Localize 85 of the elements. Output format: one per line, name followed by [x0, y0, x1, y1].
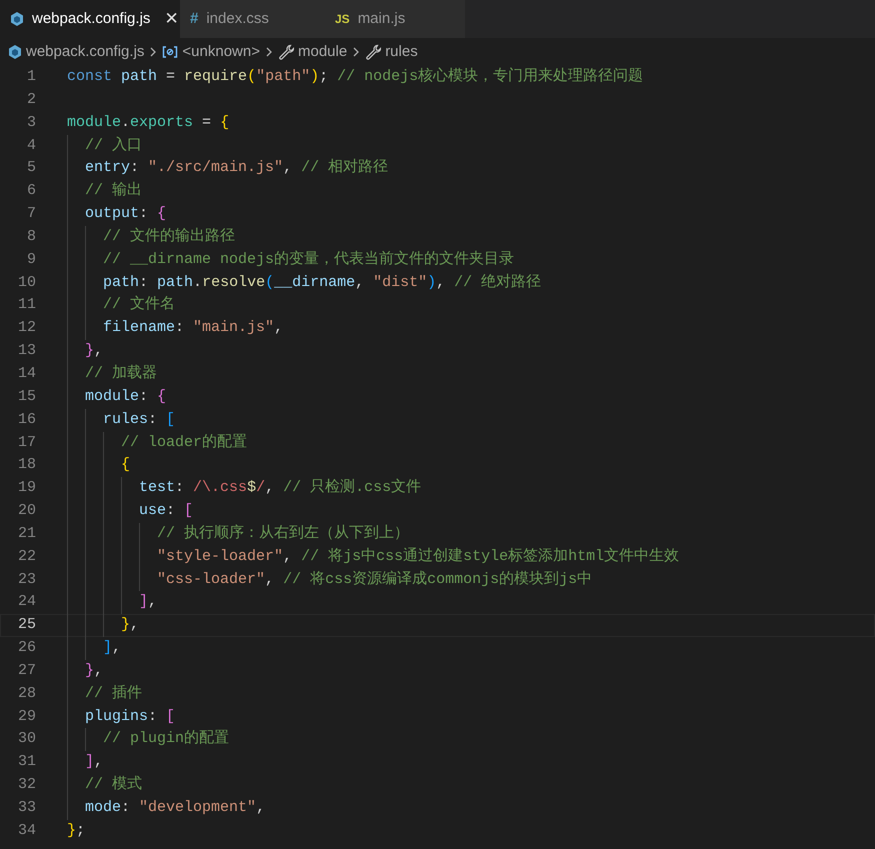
close-icon[interactable]: ✕: [164, 6, 178, 32]
line-number: 22: [16, 546, 37, 567]
code-line: // 输出: [67, 180, 142, 204]
line-number: 11: [16, 295, 37, 316]
code-line: mode: "development",: [67, 797, 266, 820]
code-line: // 入口: [67, 134, 142, 158]
code-line: rules: [: [67, 408, 176, 432]
code-line: module.exports = {: [67, 112, 230, 133]
line-number: 7: [26, 204, 37, 224]
breadcrumb-item[interactable]: webpack.config.js: [26, 40, 144, 64]
code-line: plugins: [: [67, 706, 176, 728]
line-number: 4: [26, 136, 37, 156]
line-number: 17: [16, 432, 37, 452]
cube-icon: [8, 44, 22, 60]
breadcrumb-item[interactable]: rules: [385, 40, 418, 64]
line-number: 10: [16, 272, 37, 293]
line-number: 15: [16, 386, 37, 407]
line-number: 5: [26, 158, 37, 178]
code-line: // 执行顺序：从右到左（从下到上）: [67, 522, 410, 546]
line-number: 33: [16, 798, 37, 818]
code-line: // 文件的输出路径: [67, 226, 236, 249]
code-line: filename: "main.js",: [67, 317, 284, 340]
line-number: 25: [16, 615, 37, 636]
line-number: 8: [26, 226, 37, 247]
chevron-icon: [149, 46, 158, 58]
chevron-icon: [352, 46, 360, 58]
line-number: 24: [16, 592, 37, 612]
line-number: 34: [16, 820, 37, 841]
code-line: // plugin的配置: [67, 728, 230, 752]
code-line: },: [67, 340, 104, 363]
wrench-icon: [278, 44, 294, 60]
wrench-icon: [365, 44, 382, 60]
code-line: };: [67, 820, 86, 841]
code-line: {: [67, 454, 130, 478]
code-line: // 文件名: [67, 294, 176, 318]
css-file-icon: #: [190, 8, 198, 30]
line-number: 1: [26, 67, 37, 87]
line-number: 32: [16, 775, 37, 796]
js-file-icon: JS: [335, 10, 350, 28]
variable-icon: [162, 45, 178, 59]
line-number: 27: [16, 660, 37, 681]
line-number: 18: [16, 455, 37, 476]
chevron-icon: [264, 46, 273, 58]
line-number: 3: [26, 112, 37, 133]
line-number: 6: [26, 181, 37, 202]
code-line: test: /\.css$/, // 只检测.css文件: [67, 477, 422, 500]
code-line: module: {: [67, 386, 166, 409]
line-number: 29: [16, 706, 37, 727]
code-line: },: [67, 614, 140, 638]
breadcrumb-item[interactable]: module: [298, 40, 348, 64]
line-number: 26: [16, 638, 37, 658]
code-line: ],: [67, 637, 122, 660]
code-line: "style-loader", // 将js中css通过创建style标签添加html文件中生效: [67, 546, 680, 569]
line-number: 12: [16, 318, 37, 338]
code-line: const path = require("path"); // nodejs核心模块，专门用来处理路径问题: [67, 66, 644, 87]
line-number: 23: [16, 570, 37, 590]
line-number: 16: [16, 410, 37, 430]
code-line: use: [: [67, 500, 194, 523]
line-number: 20: [16, 501, 37, 522]
line-number: 30: [16, 729, 37, 750]
line-number: 31: [16, 752, 37, 772]
code-line: // loader的配置: [67, 432, 248, 454]
editor-tab[interactable]: webpack.config.js ✕: [0, 0, 180, 38]
line-number: 21: [16, 524, 37, 544]
editor-tab[interactable]: JS main.js: [325, 0, 465, 38]
code-line: // 加载器: [67, 362, 158, 386]
cube-icon: [10, 11, 24, 27]
line-number: 28: [16, 684, 37, 704]
code-line: // __dirname nodejs的变量，代表当前文件的文件夹目录: [67, 248, 514, 272]
editor-tab[interactable]: # index.css: [180, 0, 325, 38]
line-number: 2: [26, 90, 37, 110]
line-number: 14: [16, 364, 37, 384]
code-line: output: {: [67, 203, 166, 226]
code-line: },: [67, 660, 104, 683]
code-line: entry: "./src/main.js", // 相对路径: [67, 157, 388, 180]
code-line: ],: [67, 751, 104, 774]
code-line: path: path.resolve(__dirname, "dist"), // 绝对路径: [67, 272, 542, 294]
code-line: // 插件: [67, 682, 142, 706]
code-line: ],: [67, 591, 158, 614]
line-number: 9: [26, 250, 37, 270]
line-number: 19: [16, 478, 37, 498]
code-line: // 模式: [67, 774, 142, 797]
breadcrumb-item[interactable]: <unknown>: [182, 40, 260, 64]
line-number: 13: [16, 341, 37, 362]
code-line: "css-loader", // 将css资源编译成commonjs的模块到js中: [67, 568, 592, 592]
